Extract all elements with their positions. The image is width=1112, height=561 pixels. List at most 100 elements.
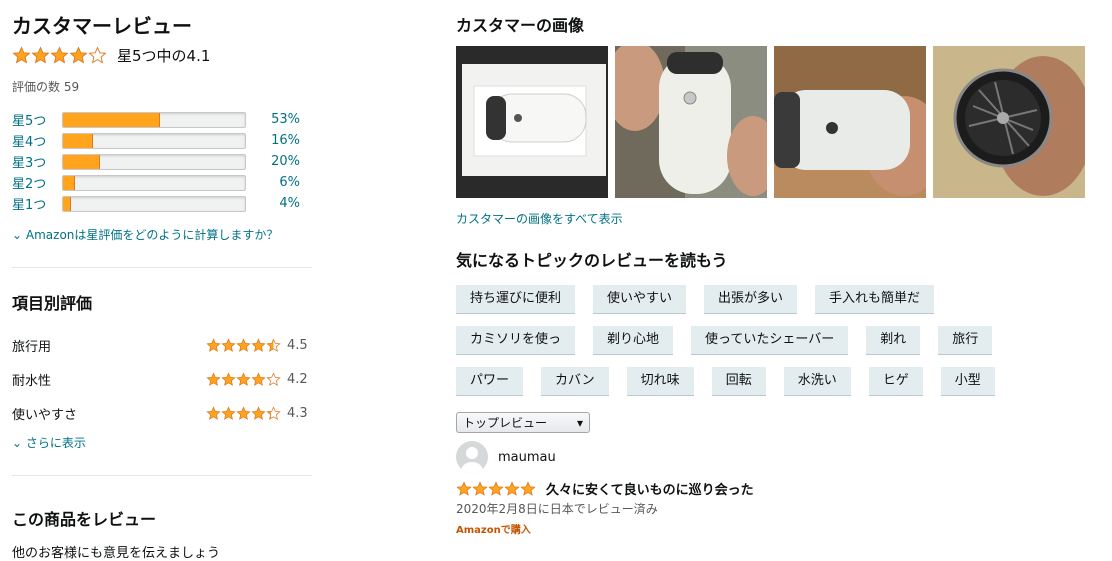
topic-chip[interactable]: 水洗い: [783, 367, 851, 396]
topic-chip[interactable]: 持ち運びに便利: [456, 285, 576, 314]
review-title[interactable]: 久々に安くて良いものに巡り会った: [546, 479, 754, 498]
topic-chip[interactable]: 小型: [940, 367, 995, 396]
reviewer-name[interactable]: maumau: [498, 450, 556, 465]
topic-chip[interactable]: カバン: [541, 367, 609, 396]
histogram-row[interactable]: 星3つ 20%: [12, 151, 312, 172]
star-icon: [12, 46, 31, 64]
star-icon: [206, 371, 221, 386]
ratings-count: 評価の数 59: [12, 80, 80, 94]
attribute-value: 4.5: [287, 337, 308, 353]
rating-calc-label: Amazonは星評価をどのように計算しますか？: [25, 228, 279, 242]
star-icon: [251, 337, 266, 352]
review-stars-icon: [456, 480, 536, 497]
customer-image-shaver-in-box[interactable]: [456, 46, 608, 198]
histogram-bar-fill: [63, 154, 101, 169]
chevron-down-icon: ▾: [576, 415, 583, 430]
star-icon: [472, 480, 488, 496]
topics-title: 気になるトピックのレビューを読もう: [456, 251, 728, 270]
review-header: 久々に安くて良いものに巡り会った: [456, 479, 1096, 498]
histogram-label: 星5つ: [12, 114, 47, 129]
customer-image-shaver-head[interactable]: [933, 46, 1085, 198]
topic-chip[interactable]: ヒゲ: [868, 367, 923, 396]
histogram-label: 星4つ: [12, 135, 47, 150]
topic-chip[interactable]: 切れ味: [626, 367, 694, 396]
all-customer-images-link[interactable]: カスタマーの画像をすべて表示: [456, 210, 1096, 227]
star-icon: [266, 371, 281, 386]
write-review-title: この商品をレビュー: [12, 510, 157, 529]
sort-select[interactable]: トップレビュー ▾: [456, 412, 590, 433]
star-icon: [251, 405, 266, 420]
histogram-label: 星3つ: [12, 156, 47, 171]
rating-histogram: 星5つ 53% 星4つ 16% 星3つ 20% 星2つ 6% 星1つ 4%: [12, 109, 312, 214]
star-icon: [221, 405, 236, 420]
attributes-title: 項目別評価: [12, 294, 93, 313]
star-icon: [206, 405, 221, 420]
histogram-row[interactable]: 星2つ 6%: [12, 172, 312, 193]
topic-chips: 持ち運びに便利 使いやすい 出張が多い 手入れも簡単だカミソリを使っ 剃り心地 使っていた…: [456, 285, 1096, 396]
topic-chip-row: カミソリを使っ 剃り心地 使っていたシェーバー 剃れ 旅行: [456, 326, 1096, 355]
attribute-row: 耐水性 4.2: [12, 362, 312, 396]
attribute-value: 4.3: [287, 405, 308, 421]
topic-chip[interactable]: 出張が多い: [704, 285, 798, 314]
star-icon: [504, 480, 520, 496]
topic-chip[interactable]: 回転: [711, 367, 766, 396]
star-icon: [221, 371, 236, 386]
write-review-subtitle: 他のお客様にも意見を伝えましょう: [12, 546, 221, 561]
customer-images-title: カスタマーの画像: [456, 16, 585, 35]
histogram-label: 星1つ: [12, 198, 47, 213]
topic-chip[interactable]: 剃り心地: [593, 326, 674, 355]
average-rating: 星5つ中の4.1: [12, 45, 312, 66]
show-more-link[interactable]: ⌄ さらに表示: [12, 434, 312, 451]
histogram-percent: 6%: [279, 175, 300, 190]
topic-chip[interactable]: カミソリを使っ: [456, 326, 576, 355]
avatar: [456, 441, 488, 473]
attribute-row: 使いやすさ 4.3: [12, 396, 312, 430]
verified-purchase-badge: Amazonで購入: [456, 525, 531, 536]
histogram-bar: [62, 111, 246, 128]
rating-calc-link[interactable]: ⌄ Amazonは星評価をどのように計算しますか？: [12, 226, 312, 243]
attribute-name: 旅行用: [12, 339, 52, 355]
star-icon: [488, 480, 504, 496]
divider: [12, 267, 312, 268]
customer-image-shaver-side[interactable]: [774, 46, 926, 198]
star-icon: [520, 480, 536, 496]
histogram-percent: 20%: [271, 154, 300, 169]
star-icon: [236, 371, 251, 386]
histogram-bar: [62, 195, 246, 212]
topic-chip[interactable]: 旅行: [938, 326, 993, 355]
average-text: 星5つ中の4.1: [117, 47, 211, 65]
histogram-percent: 53%: [271, 112, 300, 127]
show-more-label: さらに表示: [25, 436, 86, 450]
attribute-row: 旅行用 4.5: [12, 328, 312, 362]
topic-chip[interactable]: 使っていたシェーバー: [691, 326, 849, 355]
star-icon: [88, 46, 107, 64]
customer-image-shaver-in-hand[interactable]: [615, 46, 767, 198]
star-icon: [50, 46, 69, 64]
star-icon: [266, 337, 281, 352]
topic-chip[interactable]: パワー: [456, 367, 524, 396]
topic-chip[interactable]: 剃れ: [866, 326, 921, 355]
right-column: カスタマーの画像 カスタマーの画像をすべて表示 気になるトピックのレビューを読も…: [456, 0, 1096, 536]
star-icon: [206, 337, 221, 352]
topic-chip[interactable]: 使いやすい: [593, 285, 687, 314]
topic-chip[interactable]: 手入れも簡単だ: [815, 285, 935, 314]
histogram-label: 星2つ: [12, 177, 47, 192]
reviews-title: カスタマーレビュー: [12, 14, 192, 38]
reviewer: maumau: [456, 441, 1096, 473]
histogram-bar-fill: [63, 196, 72, 211]
histogram-row[interactable]: 星4つ 16%: [12, 130, 312, 151]
chevron-down-icon: ⌄: [12, 228, 23, 242]
star-icon: [456, 480, 472, 496]
chevron-down-icon: ⌄: [12, 436, 23, 450]
histogram-row[interactable]: 星5つ 53%: [12, 109, 312, 130]
topic-chip-row: パワー カバン 切れ味 回転 水洗い ヒゲ 小型: [456, 367, 1096, 396]
customer-image-row: [456, 46, 1096, 198]
histogram-bar: [62, 132, 246, 149]
attribute-name: 使いやすさ: [12, 407, 78, 423]
attribute-stars-icon: [206, 405, 281, 421]
histogram-row[interactable]: 星1つ 4%: [12, 193, 312, 214]
star-icon: [266, 405, 281, 420]
histogram-bar-fill: [63, 175, 75, 190]
attribute-list: 旅行用 4.5 耐水性 4.2 使いやすさ 4.3: [12, 328, 312, 430]
star-icon: [221, 337, 236, 352]
